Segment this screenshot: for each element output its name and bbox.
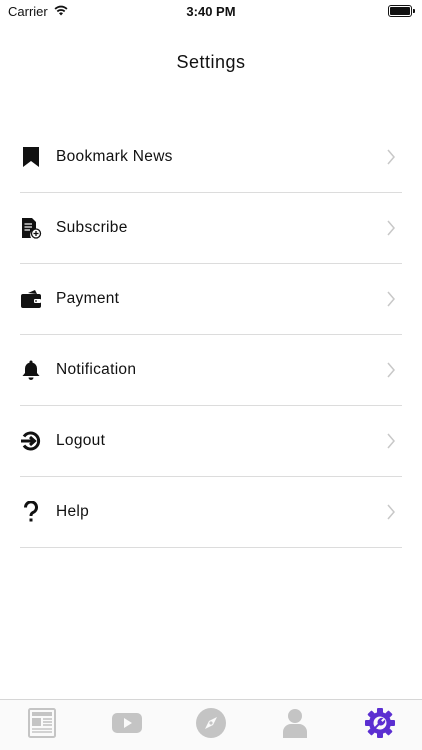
profile-icon xyxy=(281,707,309,744)
status-left: Carrier xyxy=(8,4,68,19)
settings-item-label: Subscribe xyxy=(56,219,128,236)
tab-news[interactable] xyxy=(0,700,84,750)
settings-screen: Carrier 3:40 PM Settings Bookmark News S… xyxy=(0,0,422,750)
page-title: Settings xyxy=(176,51,246,72)
settings-item-notification[interactable]: Notification xyxy=(20,335,402,406)
chevron-right-icon xyxy=(380,501,402,523)
video-play-icon xyxy=(111,711,143,740)
settings-gear-icon xyxy=(364,707,396,744)
tab-settings[interactable] xyxy=(338,700,422,750)
settings-item-bookmark-news[interactable]: Bookmark News xyxy=(20,122,402,193)
settings-item-label: Bookmark News xyxy=(56,148,173,165)
tab-explore[interactable] xyxy=(169,700,253,750)
chevron-right-icon xyxy=(380,288,402,310)
settings-item-help[interactable]: Help xyxy=(20,477,402,548)
carrier-label: Carrier xyxy=(8,3,48,19)
settings-item-label: Logout xyxy=(56,432,106,449)
nav-header: Settings xyxy=(0,40,422,84)
wifi-icon xyxy=(54,4,68,19)
settings-item-logout[interactable]: Logout xyxy=(20,406,402,477)
chevron-right-icon xyxy=(380,359,402,381)
settings-item-payment[interactable]: Payment xyxy=(20,264,402,335)
bookmark-icon xyxy=(20,146,42,168)
bell-icon xyxy=(20,359,42,381)
settings-item-label: Help xyxy=(56,503,90,520)
settings-list: Bookmark News Subscribe Payment Notifica… xyxy=(20,122,402,548)
newspaper-icon xyxy=(26,707,58,744)
tab-bar xyxy=(0,699,422,750)
settings-item-label: Notification xyxy=(56,361,137,378)
question-mark-icon xyxy=(20,501,42,523)
chevron-right-icon xyxy=(380,217,402,239)
tab-video[interactable] xyxy=(84,700,168,750)
wallet-icon xyxy=(20,288,42,310)
settings-item-label: Payment xyxy=(56,290,120,307)
chevron-right-icon xyxy=(380,146,402,168)
compass-icon xyxy=(195,707,227,744)
battery-level xyxy=(390,7,410,15)
chevron-right-icon xyxy=(380,430,402,452)
logout-icon xyxy=(20,430,42,452)
status-bar: Carrier 3:40 PM xyxy=(0,0,422,22)
subscribe-document-icon xyxy=(20,217,42,239)
settings-item-subscribe[interactable]: Subscribe xyxy=(20,193,402,264)
tab-profile[interactable] xyxy=(253,700,337,750)
battery-icon xyxy=(388,5,415,17)
